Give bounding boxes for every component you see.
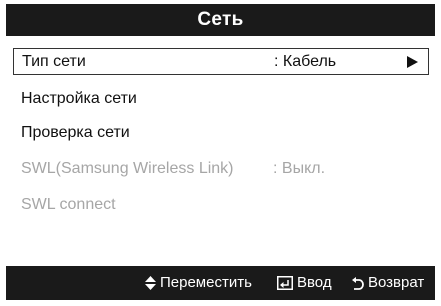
swl-label: SWL(Samsung Wireless Link) [21, 160, 234, 177]
menu-item-network-setup[interactable]: Настройка сети [13, 85, 429, 112]
enter-icon [277, 276, 293, 290]
network-menu-panel: Тип сети : Кабель Настройка сети Проверк… [6, 36, 435, 266]
move-hint: Переместить [145, 266, 252, 300]
swl-connect-label: SWL connect [21, 196, 116, 213]
swl-value: : Выкл. [273, 160, 326, 177]
menu-item-swl-connect: SWL connect [13, 191, 429, 218]
network-type-value: : Кабель [274, 53, 337, 70]
up-down-arrows-icon [145, 276, 156, 290]
menu-item-network-type[interactable]: Тип сети : Кабель [13, 48, 429, 75]
network-type-label: Тип сети [22, 53, 86, 70]
back-label: Возврат [368, 274, 425, 291]
network-test-label: Проверка сети [21, 124, 130, 141]
menu-item-network-test[interactable]: Проверка сети [13, 119, 429, 146]
network-setup-label: Настройка сети [21, 90, 137, 107]
right-arrow-icon [407, 56, 418, 68]
move-label: Переместить [160, 274, 252, 291]
return-icon [352, 276, 364, 290]
menu-title: Сеть [6, 4, 435, 36]
back-hint: Возврат [352, 266, 424, 300]
menu-item-swl: SWL(Samsung Wireless Link) : Выкл. [13, 155, 429, 182]
enter-hint: Ввод [277, 266, 332, 300]
enter-label: Ввод [297, 274, 332, 291]
button-guide-bar: Переместить Ввод Возврат [6, 266, 435, 300]
